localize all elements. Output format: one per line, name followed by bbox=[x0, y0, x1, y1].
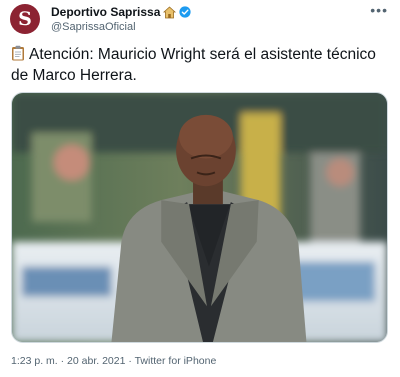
verified-icon bbox=[179, 6, 191, 18]
tweet-body: Atención: Mauricio Wright será el asiste… bbox=[11, 46, 376, 84]
avatar[interactable]: S bbox=[10, 4, 40, 34]
meta-separator-2: · bbox=[128, 355, 132, 367]
tweet-text: Atención: Mauricio Wright será el asiste… bbox=[11, 44, 391, 86]
tweet-card: S Deportivo Saprissa @SaprissaOficial ••… bbox=[0, 0, 400, 377]
meta-separator: · bbox=[60, 355, 65, 367]
account-name-row: Deportivo Saprissa bbox=[51, 5, 191, 19]
tweet-photo[interactable] bbox=[11, 92, 388, 343]
tweet-meta: 1:23 p. m. · 20 abr. 2021 · Twitter for … bbox=[11, 355, 216, 367]
account-handle[interactable]: @SaprissaOficial bbox=[51, 21, 136, 33]
tweet-date[interactable]: 20 abr. 2021 bbox=[67, 355, 125, 367]
clipboard-icon bbox=[11, 45, 25, 61]
tweet-source[interactable]: Twitter for iPhone bbox=[135, 355, 217, 367]
tweet-time[interactable]: 1:23 p. m. bbox=[11, 355, 58, 367]
account-name[interactable]: Deportivo Saprissa bbox=[51, 5, 160, 19]
house-icon bbox=[163, 5, 177, 19]
photo-illustration bbox=[12, 93, 387, 342]
avatar-letter: S bbox=[18, 7, 32, 30]
more-icon[interactable]: ••• bbox=[370, 3, 388, 17]
